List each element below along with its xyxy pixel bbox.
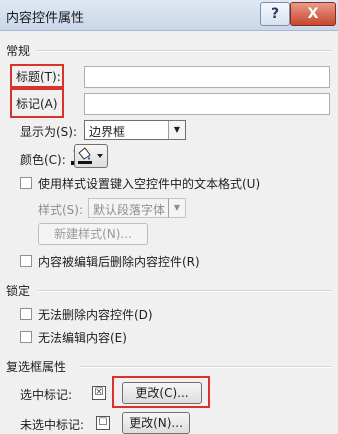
section-divider (38, 290, 332, 292)
use-style-checkbox[interactable] (20, 177, 32, 189)
cannot-edit-checkbox[interactable] (20, 331, 32, 343)
section-checkbox-properties-header: 复选框属性 (6, 360, 67, 374)
remove-when-edited-label: 内容被编辑后删除内容控件(R) (38, 255, 200, 269)
checked-symbol-preview: ☒ (92, 386, 106, 400)
show-as-label: 显示为(S): (20, 125, 78, 139)
remove-when-edited-checkbox[interactable] (20, 255, 32, 267)
cannot-edit-label: 无法编辑内容(E) (38, 331, 127, 345)
section-locking-header: 锁定 (6, 284, 31, 298)
section-general-header: 常规 (6, 44, 31, 58)
help-button[interactable]: ? (260, 2, 290, 26)
chevron-down-icon: ▼ (168, 121, 185, 139)
title-label: 标题(T): (16, 70, 61, 84)
title-input[interactable] (84, 66, 330, 88)
color-label: 颜色(C): (20, 153, 66, 167)
color-picker-button[interactable] (74, 144, 108, 168)
change-checked-symbol-label: 更改(C)... (135, 386, 189, 400)
close-button[interactable]: X (290, 2, 336, 26)
content-control-properties-dialog: 内容控件属性 ? X 常规 标题(T): 标记(A) 显示为(S): 边界框 ▼… (0, 0, 338, 434)
show-as-value: 边界框 (89, 125, 126, 139)
new-style-button[interactable]: 新建样式(N)... (38, 223, 148, 245)
section-divider (80, 366, 332, 368)
chevron-down-icon: ▼ (168, 199, 185, 217)
cannot-delete-checkbox[interactable] (20, 308, 32, 320)
style-label: 样式(S): (38, 203, 84, 217)
unchecked-symbol-preview: ☐ (96, 416, 110, 430)
cannot-delete-label: 无法删除内容控件(D) (38, 308, 153, 322)
tag-label: 标记(A) (16, 97, 58, 111)
checked-symbol-label: 选中标记: (20, 388, 73, 402)
unchecked-symbol-label: 未选中标记: (20, 418, 85, 432)
style-select[interactable]: 默认段落字体 ▼ (88, 198, 186, 218)
tag-input[interactable] (84, 93, 330, 115)
change-unchecked-symbol-label: 更改(N)... (129, 416, 183, 430)
title-bar: 内容控件属性 ? X (0, 0, 338, 31)
section-divider (36, 50, 332, 52)
new-style-button-label: 新建样式(N)... (54, 227, 132, 241)
change-checked-symbol-button[interactable]: 更改(C)... (122, 382, 202, 404)
use-style-label: 使用样式设置键入空控件中的文本格式(U) (38, 177, 261, 191)
show-as-select[interactable]: 边界框 ▼ (84, 120, 186, 140)
style-value: 默认段落字体 (93, 203, 166, 217)
change-unchecked-symbol-button[interactable]: 更改(N)... (122, 412, 190, 434)
dialog-title: 内容控件属性 (6, 11, 85, 26)
